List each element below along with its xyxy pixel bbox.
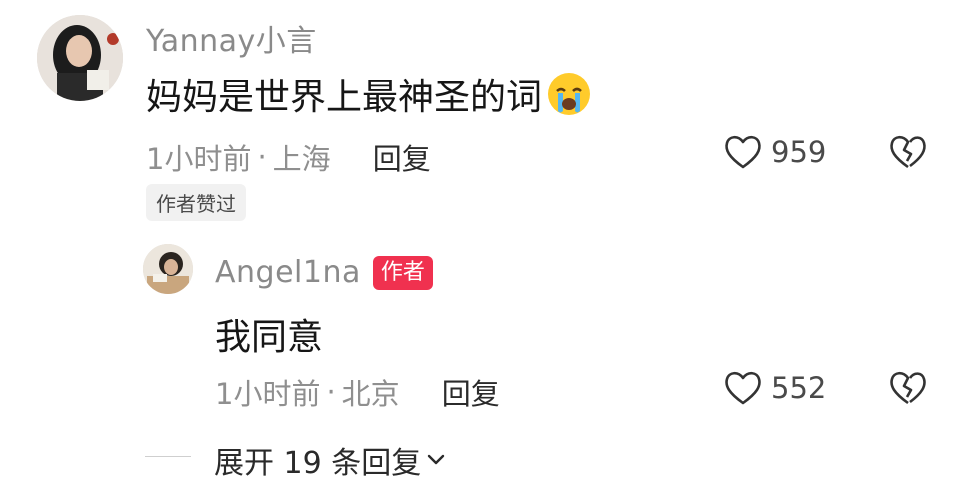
expand-replies-label: 展开 19 条回复 bbox=[214, 446, 422, 481]
reply-avatar[interactable] bbox=[143, 244, 193, 294]
reply-like-button[interactable]: 552 bbox=[723, 369, 826, 407]
reply-header: Angel1na 作者 bbox=[215, 255, 433, 290]
like-button[interactable]: 959 bbox=[723, 133, 826, 171]
meta-separator: · bbox=[326, 375, 336, 409]
dislike-button[interactable] bbox=[888, 133, 928, 171]
reply-location: 北京 bbox=[341, 377, 400, 411]
reply-text: 我同意 bbox=[215, 317, 324, 358]
avatar[interactable] bbox=[37, 15, 123, 101]
meta-separator: · bbox=[257, 140, 267, 174]
reply-like-count: 552 bbox=[771, 371, 827, 405]
heart-icon[interactable] bbox=[723, 133, 763, 171]
like-count: 959 bbox=[771, 135, 827, 169]
reply-username[interactable]: Angel1na bbox=[215, 255, 361, 290]
reply-time: 1小时前 bbox=[215, 377, 321, 411]
chevron-down-icon bbox=[427, 454, 445, 466]
reply-reply-button[interactable]: 回复 bbox=[442, 371, 500, 413]
broken-heart-icon[interactable] bbox=[888, 369, 928, 407]
author-liked-badge: 作者赞过 bbox=[146, 184, 246, 221]
crying-face-emoji bbox=[546, 71, 592, 117]
author-badge: 作者 bbox=[372, 255, 433, 290]
broken-heart-icon[interactable] bbox=[888, 133, 928, 171]
comment-meta: 1小时前 · 上海 回复 bbox=[146, 136, 431, 178]
reply-button[interactable]: 回复 bbox=[373, 136, 431, 178]
reply-meta: 1小时前 · 北京 回复 bbox=[215, 371, 500, 413]
comment-username[interactable]: Yannay小言 bbox=[146, 16, 317, 60]
comment-time: 1小时前 bbox=[146, 142, 252, 176]
heart-icon[interactable] bbox=[723, 369, 763, 407]
expand-divider bbox=[145, 456, 191, 457]
reply-dislike-button[interactable] bbox=[888, 369, 928, 407]
expand-replies-button[interactable]: 展开 19 条回复 bbox=[214, 438, 445, 482]
comment-body: 妈妈是世界上最神圣的词 bbox=[146, 68, 592, 120]
comment-location: 上海 bbox=[272, 142, 331, 176]
comment-text: 妈妈是世界上最神圣的词 bbox=[146, 77, 543, 118]
